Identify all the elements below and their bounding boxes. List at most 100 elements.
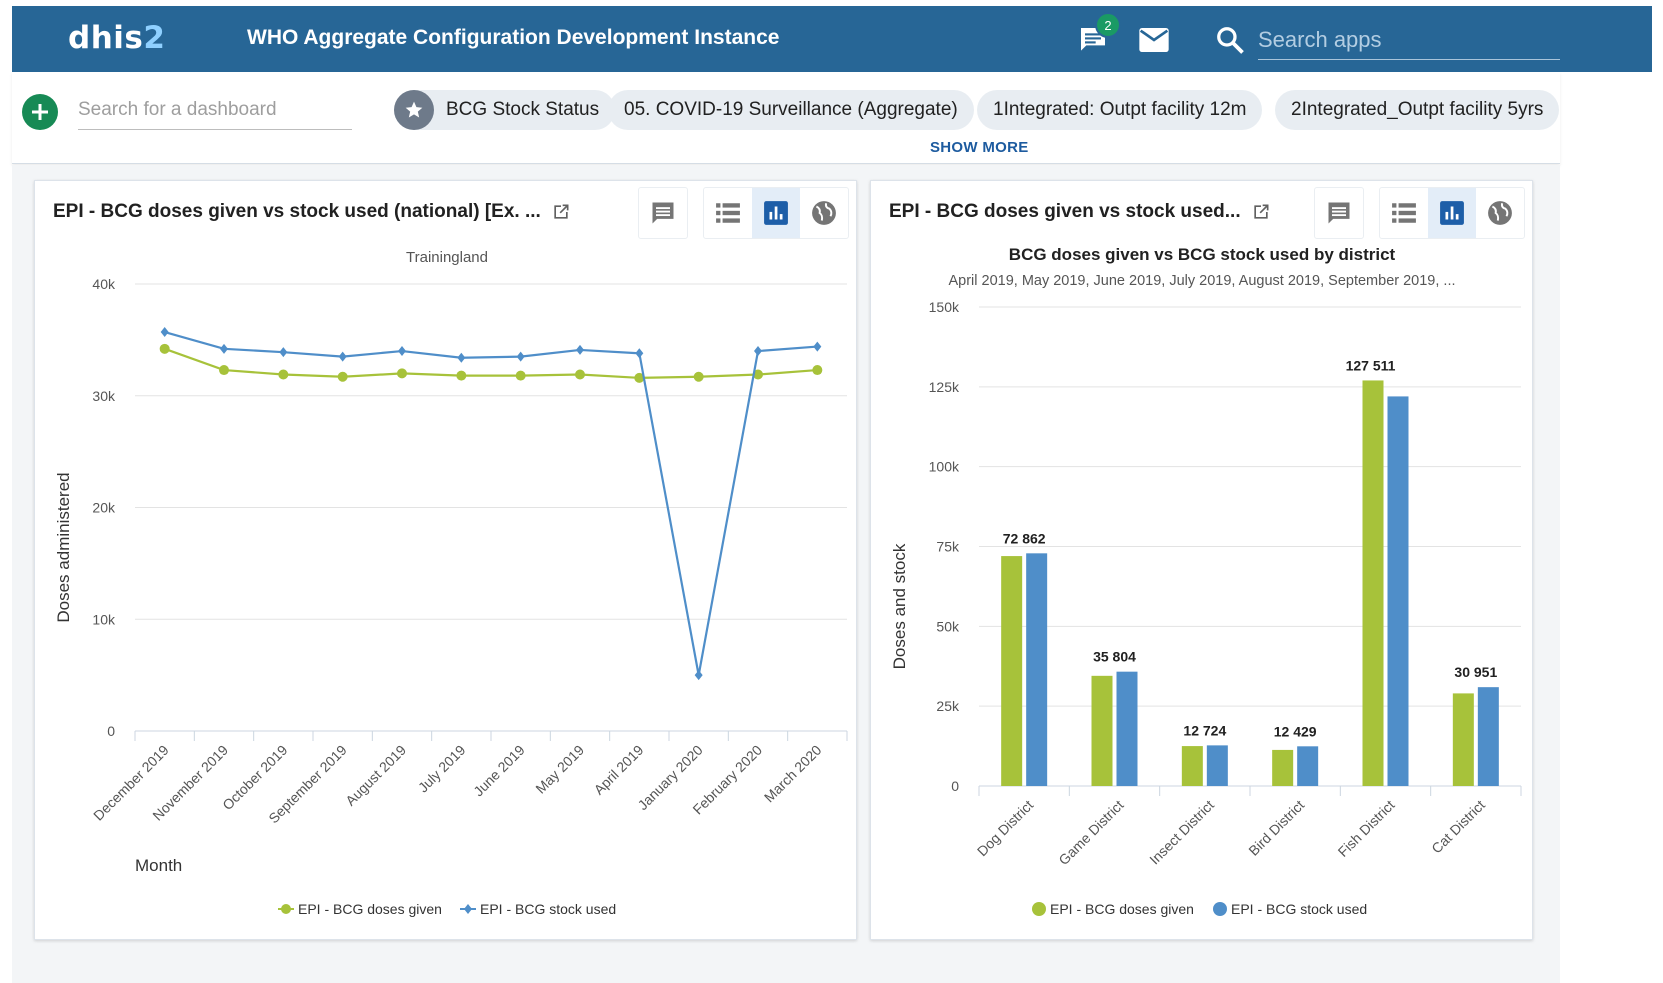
- mail-icon[interactable]: [1136, 22, 1172, 58]
- dashboard-search-input[interactable]: [78, 92, 352, 128]
- x-tick-label: April 2019: [591, 742, 647, 798]
- x-tick-label: March 2020: [761, 742, 825, 806]
- y-tick-label: 0: [107, 723, 115, 739]
- data-point: [693, 371, 704, 382]
- data-point: [694, 670, 703, 681]
- bar: [1026, 553, 1048, 786]
- data-point: [813, 341, 822, 352]
- legend-label: EPI - BCG doses given: [298, 901, 442, 917]
- bar: [1297, 746, 1319, 786]
- bar: [1272, 749, 1294, 786]
- chart-subtitle: Trainingland: [406, 249, 488, 266]
- dashboard-item-bar-chart: EPI - BCG doses given vs stock used... B…: [870, 180, 1533, 940]
- x-tick-label: July 2019: [415, 742, 469, 796]
- chip-label: 1Integrated: Outpt facility 12m: [993, 99, 1247, 120]
- bar: [1091, 675, 1113, 786]
- x-tick-label: August 2019: [342, 742, 409, 809]
- legend-marker: [464, 904, 472, 914]
- line-chart: Trainingland010k20k30k40kDecember 2019No…: [54, 249, 848, 917]
- y-tick-label: 125k: [929, 379, 960, 395]
- chart-title: BCG doses given vs BCG stock used by dis…: [1009, 245, 1396, 264]
- data-point: [338, 351, 347, 362]
- dashboard-chip-integrated-outpt-12m[interactable]: 1Integrated: Outpt facility 12m: [977, 90, 1263, 130]
- x-tick-label: Insect District: [1146, 797, 1217, 868]
- y-tick-label: 100k: [929, 459, 960, 475]
- search-apps-field: [1258, 20, 1560, 60]
- legend-label: EPI - BCG stock used: [480, 901, 616, 917]
- data-point: [159, 343, 170, 354]
- x-tick-label: Bird District: [1245, 797, 1307, 859]
- data-label: 127 511: [1346, 357, 1396, 373]
- dhis2-dashboard-page: dhis2 WHO Aggregate Configuration Develo…: [0, 0, 1663, 983]
- chart-subtitle: April 2019, May 2019, June 2019, July 20…: [948, 273, 1455, 289]
- data-point: [754, 346, 762, 357]
- bar: [1452, 693, 1474, 786]
- messages-count-badge: 2: [1095, 12, 1121, 38]
- data-point: [575, 369, 585, 380]
- top-header-bar: dhis2 WHO Aggregate Configuration Develo…: [12, 6, 1652, 72]
- x-tick-label: Fish District: [1335, 797, 1398, 860]
- data-point: [220, 343, 228, 354]
- show-more-button[interactable]: SHOW MORE: [930, 139, 1029, 156]
- y-tick-label: 25k: [936, 698, 960, 714]
- data-point: [398, 346, 406, 357]
- data-point: [279, 347, 288, 358]
- data-point: [635, 348, 644, 359]
- star-icon: [394, 90, 434, 130]
- bar: [1387, 396, 1409, 786]
- series-line: [164, 347, 818, 379]
- data-point: [456, 370, 467, 381]
- chip-label: 05. COVID-19 Surveillance (Aggregate): [624, 99, 958, 120]
- dhis2-logo[interactable]: dhis2: [68, 20, 165, 56]
- legend-marker: [1213, 902, 1227, 916]
- chip-label: 2Integrated_Outpt facility 5yrs: [1291, 99, 1544, 120]
- legend-marker: [1032, 902, 1046, 916]
- data-point: [516, 351, 525, 362]
- y-tick-label: 30k: [92, 388, 116, 404]
- y-tick-label: 0: [951, 778, 959, 794]
- dashboard-search-field: [78, 92, 352, 130]
- y-axis-label: Doses and stock: [890, 543, 909, 669]
- data-label: 35 804: [1093, 649, 1136, 665]
- data-label: 12 429: [1274, 723, 1317, 739]
- x-tick-label: May 2019: [532, 742, 587, 797]
- dashboard-chip-bcg-stock-status[interactable]: BCG Stock Status: [394, 90, 616, 130]
- bar: [1001, 556, 1023, 786]
- instance-title: WHO Aggregate Configuration Development …: [247, 26, 780, 49]
- dashboard-chip-covid19-surveillance[interactable]: 05. COVID-19 Surveillance (Aggregate): [608, 90, 974, 130]
- data-label: 30 951: [1454, 664, 1497, 680]
- y-tick-label: 40k: [92, 276, 116, 292]
- y-tick-label: 10k: [92, 611, 116, 627]
- y-axis-label: Doses administered: [54, 472, 73, 622]
- legend-marker: [281, 904, 291, 914]
- search-apps-input[interactable]: [1258, 24, 1558, 56]
- x-tick-label: Dog District: [974, 797, 1037, 860]
- bar: [1116, 671, 1138, 786]
- x-axis-label: Month: [135, 856, 182, 875]
- x-tick-label: June 2019: [470, 742, 528, 800]
- y-tick-label: 20k: [92, 500, 116, 516]
- data-point: [337, 371, 348, 382]
- bar: [1477, 687, 1499, 786]
- plus-icon: [32, 104, 48, 120]
- add-dashboard-button[interactable]: [22, 94, 58, 130]
- y-tick-label: 50k: [936, 618, 960, 634]
- series-line: [164, 330, 818, 676]
- bar: [1362, 380, 1384, 786]
- y-tick-label: 150k: [929, 299, 960, 315]
- data-label: 12 724: [1183, 722, 1226, 738]
- bar: [1181, 746, 1203, 786]
- dashboards-bar: BCG Stock Status 05. COVID-19 Surveillan…: [12, 72, 1560, 164]
- search-icon[interactable]: [1212, 22, 1248, 58]
- data-point: [515, 370, 526, 381]
- y-tick-label: 75k: [936, 539, 960, 555]
- legend-label: EPI - BCG stock used: [1231, 901, 1367, 917]
- dashboard-chip-integrated-outpt-5yrs[interactable]: 2Integrated_Outpt facility 5yrs: [1275, 90, 1560, 130]
- data-point: [397, 368, 407, 379]
- x-tick-label: Game District: [1055, 797, 1126, 868]
- data-point: [219, 365, 229, 376]
- bar-chart: BCG doses given vs BCG stock used by dis…: [890, 245, 1522, 917]
- data-point: [160, 327, 169, 338]
- data-point: [278, 369, 289, 380]
- data-label: 72 862: [1003, 530, 1046, 546]
